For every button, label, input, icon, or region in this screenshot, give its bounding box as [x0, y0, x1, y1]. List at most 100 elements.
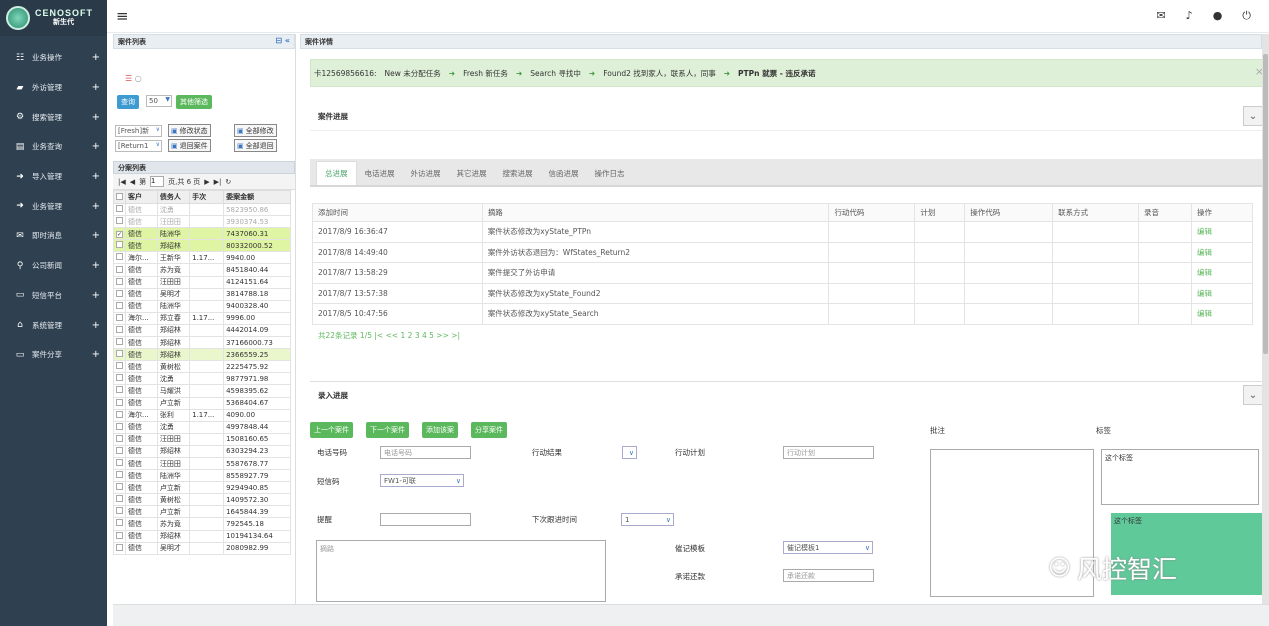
sidebar-item[interactable]: ▭ 案件分享 +	[0, 340, 107, 370]
sidebar-item[interactable]: ▭ 短信平台 +	[0, 281, 107, 311]
progress-tab[interactable]: 电话进展	[357, 161, 403, 185]
action-plan-input[interactable]: 行动计划	[783, 446, 874, 459]
table-row[interactable]: 德信 郑绍林 37166000.73	[113, 336, 291, 350]
return-all-button[interactable]: ▣ 全部退回	[234, 139, 277, 152]
table-row[interactable]: 德信 苏为竟 8451840.44	[113, 263, 291, 277]
row-checkbox[interactable]	[113, 432, 126, 446]
expand-plus-icon[interactable]: +	[92, 52, 100, 63]
row-checkbox[interactable]	[113, 456, 126, 471]
return-case-button[interactable]: ▣ 退回案件	[168, 139, 211, 152]
progress-pager[interactable]: 共22条记录 1/5 |< << 1 2 3 4 5 >> >|	[318, 330, 460, 341]
row-checkbox[interactable]	[113, 348, 126, 362]
expand-plus-icon[interactable]: +	[92, 201, 100, 212]
table-row[interactable]: 德信 吴明才 2080982.99	[113, 541, 291, 555]
sidebar-item[interactable]: ▰ 外访管理 +	[0, 73, 107, 103]
sidebar-item[interactable]: ▤ 业务查询 +	[0, 132, 107, 162]
table-row[interactable]: 德信 苏为竟 792545.18	[113, 517, 291, 531]
table-row[interactable]: 海尔... 王新华 1.17... 9940.00	[113, 251, 291, 265]
list-icon[interactable]: ☰	[125, 74, 132, 83]
row-checkbox[interactable]	[113, 384, 126, 398]
page-input[interactable]	[150, 176, 165, 187]
sidebar-item[interactable]: ➜ 业务管理 +	[0, 191, 107, 221]
sidebar-item[interactable]: ✉ 即时消息 +	[0, 221, 107, 251]
table-row[interactable]: 德信 卢立新 5368404.67	[113, 396, 291, 410]
user-icon[interactable]: ●	[1213, 9, 1223, 23]
last-page-icon[interactable]: ▶|	[214, 178, 222, 186]
table-row[interactable]: 德信 沈勇 9877971.98	[113, 372, 291, 386]
expand-plus-icon[interactable]: +	[92, 349, 100, 360]
sidebar-item[interactable]: ⌂ 系统管理 +	[0, 310, 107, 340]
progress-tab[interactable]: 搜索进展	[495, 161, 541, 185]
first-page-icon[interactable]: |◀	[118, 178, 126, 186]
row-checkbox[interactable]	[113, 287, 126, 301]
table-row[interactable]: 德信 陆洲华 9400328.40	[113, 299, 291, 313]
prev-page-icon[interactable]: ◀	[130, 178, 135, 186]
scrollbar[interactable]	[1262, 34, 1269, 604]
row-checkbox[interactable]	[113, 251, 126, 265]
edit-link[interactable]: 编辑	[1190, 303, 1254, 325]
expand-plus-icon[interactable]: +	[92, 141, 100, 152]
progress-tab[interactable]: 总进展	[316, 161, 357, 185]
refresh-circle-icon[interactable]: ○	[135, 74, 142, 83]
row-checkbox[interactable]	[113, 529, 126, 543]
row-checkbox[interactable]	[113, 239, 126, 253]
edit-link[interactable]: 编辑	[1190, 262, 1254, 284]
table-row[interactable]: 德信 沈勇 4997848.44	[113, 420, 291, 434]
row-checkbox[interactable]	[113, 493, 126, 507]
prev-case-button[interactable]: 上一个案件	[310, 422, 353, 438]
remind-input[interactable]	[380, 513, 471, 526]
table-row[interactable]: 德信 卢立新 9294940.85	[113, 481, 291, 495]
collapse-icon[interactable]: ⌄	[1243, 385, 1263, 405]
table-row[interactable]: 德信 汪田田 4124151.64	[113, 275, 291, 289]
row-checkbox[interactable]	[113, 323, 126, 338]
row-checkbox[interactable]	[113, 469, 126, 483]
edit-link[interactable]: 编辑	[1190, 221, 1254, 243]
expand-plus-icon[interactable]: +	[92, 320, 100, 331]
expand-plus-icon[interactable]: +	[92, 171, 100, 182]
power-icon[interactable]: ⏻	[1242, 9, 1251, 23]
table-row[interactable]: 德信 郑绍林 4442014.09	[113, 323, 291, 338]
modify-all-button[interactable]: ▣ 全部修改	[234, 124, 277, 137]
tag-textarea[interactable]: 这个标签	[1101, 449, 1259, 505]
table-row[interactable]: 德信 黄树松 2225475.92	[113, 360, 291, 374]
row-checkbox[interactable]	[113, 372, 126, 386]
collapse-panel-icon[interactable]: ⊟ «	[275, 36, 290, 45]
memo-textarea[interactable]: 摘路	[316, 540, 606, 602]
row-checkbox[interactable]: ✓	[113, 227, 126, 241]
table-row[interactable]: 德信 汪田田 5587678.77	[113, 456, 291, 471]
table-row[interactable]: 海尔... 张利 1.17... 4090.00	[113, 408, 291, 422]
row-checkbox[interactable]	[113, 541, 126, 555]
table-row[interactable]: ✓ 德信 陆洲华 7437060.31	[113, 227, 291, 241]
sms-select[interactable]: FW1-可联 ∨	[380, 474, 464, 487]
action-result-select[interactable]: ∨	[622, 446, 637, 459]
row-checkbox[interactable]	[113, 444, 126, 458]
row-checkbox[interactable]	[113, 202, 126, 217]
status-select[interactable]: [Fresh]新 ∨	[115, 125, 162, 137]
modify-status-button[interactable]: ▣ 修改状态	[168, 124, 211, 137]
progress-tab[interactable]: 其它进展	[449, 161, 495, 185]
refresh-icon[interactable]: ↻	[225, 178, 231, 186]
expand-plus-icon[interactable]: +	[92, 230, 100, 241]
query-button[interactable]: 查询	[117, 95, 139, 109]
table-row[interactable]: 德信 卢立新 1645844.39	[113, 505, 291, 519]
return-select[interactable]: [Return1 ∨	[115, 140, 162, 152]
select-all-checkbox[interactable]	[113, 190, 126, 204]
bell-icon[interactable]: ♪	[1186, 9, 1193, 23]
row-checkbox[interactable]	[113, 396, 126, 410]
promise-input[interactable]: 承诺还款	[783, 569, 874, 582]
sidebar-item[interactable]: ☷ 业务操作 +	[0, 43, 107, 73]
row-checkbox[interactable]	[113, 275, 126, 289]
table-row[interactable]: 德信 吴明才 3814788.18	[113, 287, 291, 301]
share-case-button[interactable]: 分享案件	[471, 422, 507, 438]
progress-tab[interactable]: 操作日志	[587, 161, 633, 185]
row-checkbox[interactable]	[113, 505, 126, 519]
expand-plus-icon[interactable]: +	[92, 260, 100, 271]
table-row[interactable]: 德信 沈勇 5823950.86	[113, 202, 291, 217]
progress-tab[interactable]: 外访进展	[403, 161, 449, 185]
next-page-icon[interactable]: ▶	[204, 178, 209, 186]
progress-tab[interactable]: 信函进展	[541, 161, 587, 185]
expand-plus-icon[interactable]: +	[92, 290, 100, 301]
menu-toggle-icon[interactable]: ≡	[116, 7, 129, 25]
row-checkbox[interactable]	[113, 299, 126, 313]
row-checkbox[interactable]	[113, 408, 126, 422]
